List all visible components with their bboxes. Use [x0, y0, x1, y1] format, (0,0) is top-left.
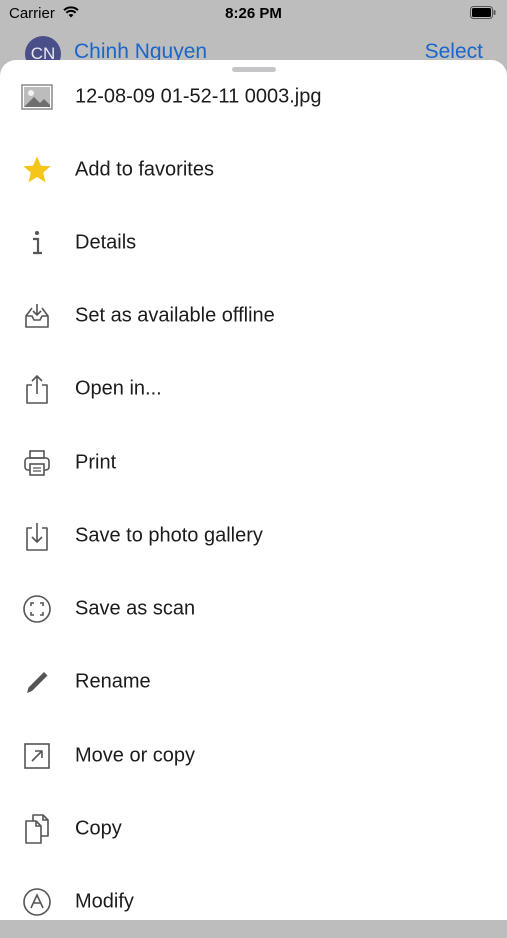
action-label: Save as scan: [75, 597, 196, 619]
battery-icon: [470, 6, 496, 19]
details-item[interactable]: Details: [0, 206, 507, 279]
action-sheet: 12-08-09 01-52-11 0003.jpg Add to favori…: [0, 60, 507, 920]
share-icon: [20, 372, 54, 406]
clock: 8:26 PM: [225, 5, 282, 22]
copy-pages-icon: [20, 812, 54, 846]
set-offline-item[interactable]: Set as available offline: [0, 279, 507, 352]
status-bar: Carrier 8:26 PM: [0, 0, 507, 28]
action-label: Copy: [75, 817, 122, 839]
move-arrow-icon: [20, 739, 54, 773]
action-label: Save to photo gallery: [75, 524, 263, 546]
rename-item[interactable]: Rename: [0, 645, 507, 718]
modify-icon: [20, 885, 54, 919]
move-or-copy-item[interactable]: Move or copy: [0, 719, 507, 792]
info-icon: [20, 226, 54, 260]
action-label: Modify: [75, 890, 134, 912]
file-name: 12-08-09 01-52-11 0003.jpg: [75, 85, 322, 107]
print-item[interactable]: Print: [0, 426, 507, 499]
modify-item[interactable]: Modify: [0, 865, 507, 938]
copy-item[interactable]: Copy: [0, 792, 507, 865]
image-icon: [20, 80, 54, 114]
add-to-favorites-item[interactable]: Add to favorites: [0, 133, 507, 206]
offline-tray-icon: [20, 299, 54, 333]
open-in-item[interactable]: Open in...: [0, 352, 507, 425]
action-label: Rename: [75, 670, 151, 692]
pencil-icon: [20, 665, 54, 699]
printer-icon: [20, 446, 54, 480]
action-label: Add to favorites: [75, 158, 214, 180]
save-as-scan-item[interactable]: Save as scan: [0, 572, 507, 645]
action-label: Move or copy: [75, 744, 196, 766]
action-label: Set as available offline: [75, 304, 275, 326]
action-label: Print: [75, 451, 117, 473]
action-label: Details: [75, 231, 137, 253]
scan-icon: [20, 592, 54, 626]
save-to-gallery-item[interactable]: Save to photo gallery: [0, 499, 507, 572]
save-download-icon: [20, 519, 54, 553]
file-header-row: 12-08-09 01-52-11 0003.jpg: [0, 60, 507, 133]
action-label: Open in...: [75, 377, 162, 399]
star-icon: [20, 153, 54, 187]
